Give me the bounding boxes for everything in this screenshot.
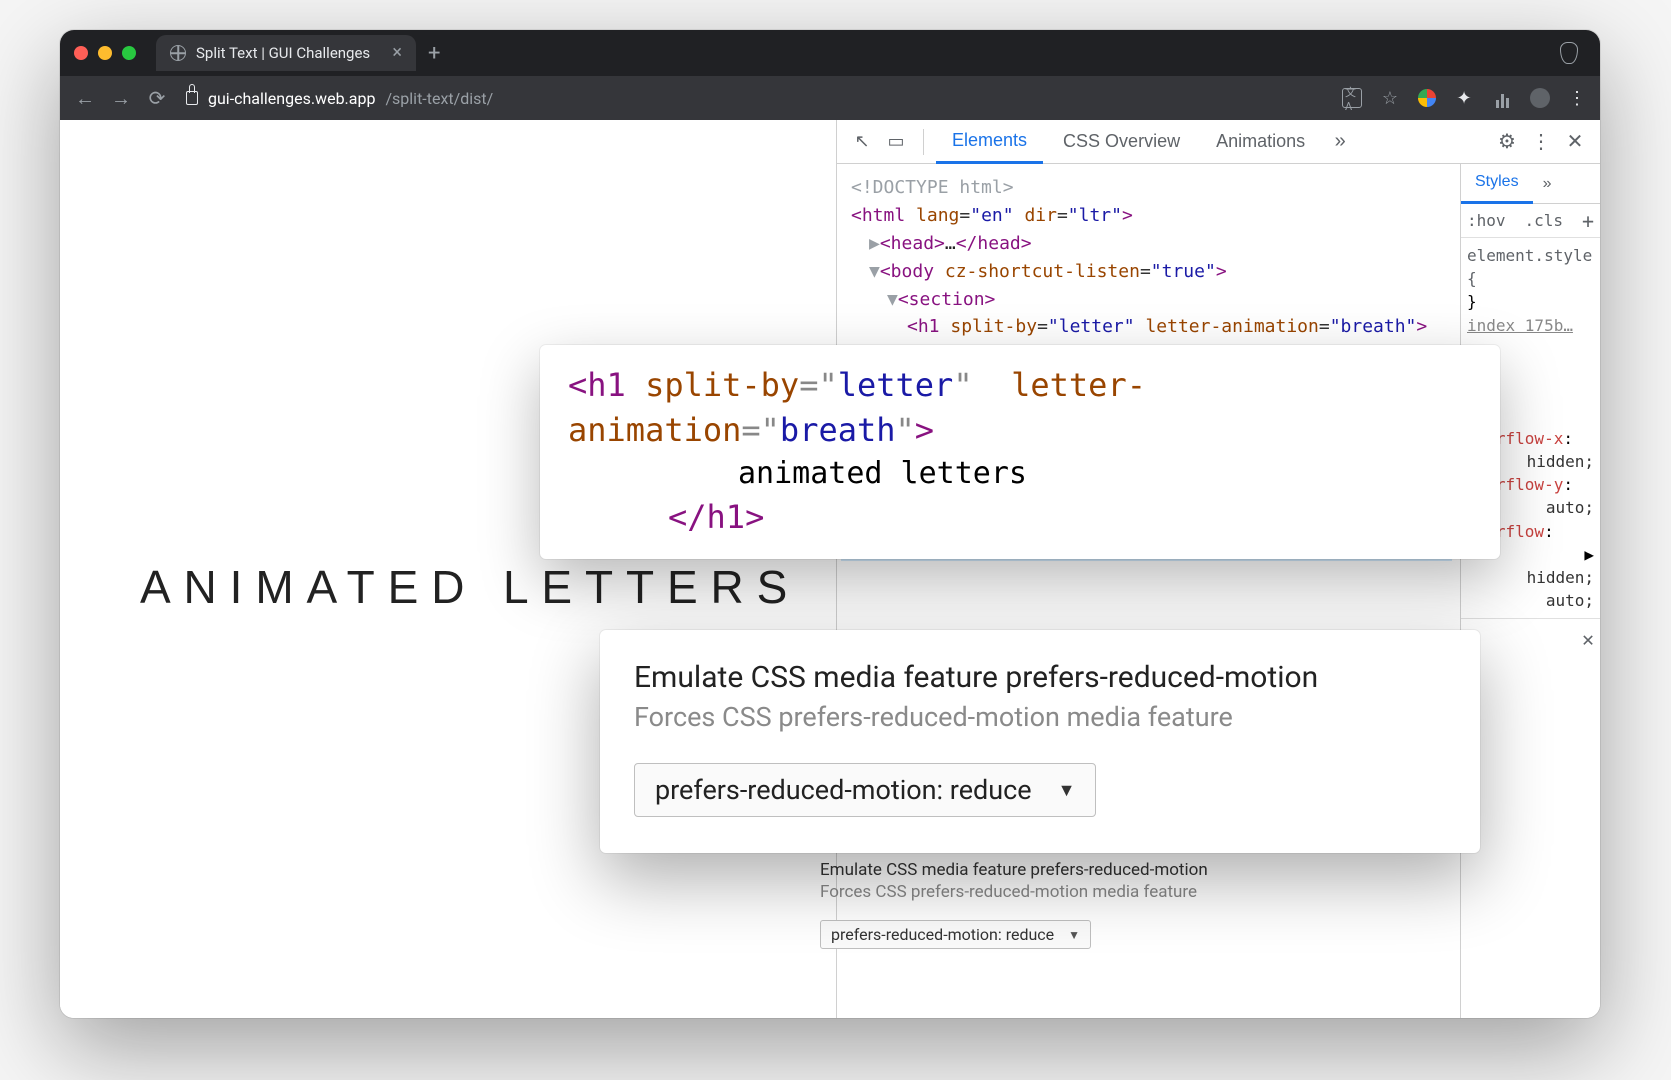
extension-color-icon[interactable]: [1418, 89, 1436, 107]
tab-styles[interactable]: Styles: [1461, 164, 1533, 204]
emulate-title-bg: Emulate CSS media feature prefers-reduce…: [820, 860, 1340, 880]
emulate-title: Emulate CSS media feature prefers-reduce…: [634, 660, 1446, 695]
dom-section-open[interactable]: ▼<section>: [851, 286, 1452, 314]
address-bar[interactable]: gui-challenges.web.app/split-text/dist/: [180, 89, 493, 108]
more-tabs-icon[interactable]: [1325, 130, 1355, 153]
rule-brace-close: }: [1467, 290, 1594, 313]
page-heading: ANIMATED LETTERS: [140, 560, 800, 614]
styles-sidebar: Styles :hov .cls + element.style { } ind…: [1460, 164, 1600, 1018]
window-controls: [74, 46, 136, 60]
minimize-window-button[interactable]: [98, 46, 112, 60]
emulate-dropdown-bg[interactable]: prefers-reduced-motion: reduce ▼: [820, 920, 1091, 949]
rendering-emulate-row-bg: Emulate CSS media feature prefers-reduce…: [820, 860, 1340, 949]
emulate-desc: Forces CSS prefers-reduced-motion media …: [634, 701, 1446, 733]
shield-icon[interactable]: [1560, 42, 1578, 64]
inspect-element-icon[interactable]: [847, 131, 877, 152]
callout-emulate: Emulate CSS media feature prefers-reduce…: [600, 630, 1480, 853]
emulate-desc-bg: Forces CSS prefers-reduced-motion media …: [820, 882, 1340, 902]
reload-button[interactable]: ⟳: [144, 86, 170, 110]
tab-strip: Split Text | GUI Challenges × +: [60, 30, 1600, 76]
callout-code-snippet: <h1 split-by="letter" letter-animation="…: [540, 345, 1500, 559]
code-line-1: <h1 split-by="letter" letter-animation="…: [568, 363, 1472, 453]
val-hidden-2: hidden;: [1467, 566, 1594, 589]
maximize-window-button[interactable]: [122, 46, 136, 60]
device-toolbar-icon[interactable]: [881, 131, 911, 152]
more-styles-tabs-icon[interactable]: [1533, 175, 1562, 193]
separator: [923, 129, 924, 155]
rendered-page: ANIMATED LETTERS: [60, 120, 836, 1018]
extensions-puzzle-icon[interactable]: ✦: [1454, 88, 1474, 108]
tab-elements[interactable]: Elements: [936, 120, 1043, 164]
bookmark-star-icon[interactable]: ☆: [1380, 88, 1400, 108]
hov-toggle[interactable]: :hov: [1467, 211, 1506, 230]
rule-selector: element.style {: [1467, 244, 1594, 290]
emulate-dropdown-value-bg: prefers-reduced-motion: reduce: [831, 925, 1054, 944]
close-tab-button[interactable]: ×: [392, 44, 402, 62]
url-host: gui-challenges.web.app: [208, 89, 375, 108]
styles-tabs: Styles: [1461, 164, 1600, 204]
globe-icon: [170, 45, 186, 61]
devtools-menu-button[interactable]: ⋮: [1526, 129, 1556, 154]
close-window-button[interactable]: [74, 46, 88, 60]
dom-html-open[interactable]: <html lang="en" dir="ltr">: [851, 202, 1452, 230]
chevron-down-icon: ▼: [1058, 780, 1076, 801]
lock-icon: [186, 91, 198, 105]
tab-title: Split Text | GUI Challenges: [196, 44, 382, 62]
chevron-down-icon: ▼: [1068, 928, 1080, 942]
styles-filter-row: :hov .cls +: [1461, 204, 1600, 238]
url-path: /split-text/dist/: [385, 89, 493, 108]
rule-source-link[interactable]: index 175b…: [1467, 314, 1594, 337]
code-line-3: </h1>: [568, 495, 1472, 540]
val-auto-2: auto;: [1467, 589, 1594, 612]
settings-gear-icon[interactable]: [1492, 129, 1522, 154]
browser-menu-button[interactable]: ⋮: [1568, 88, 1588, 108]
close-devtools-button[interactable]: [1560, 129, 1590, 154]
back-button[interactable]: ←: [72, 86, 98, 111]
emulate-dropdown[interactable]: prefers-reduced-motion: reduce ▼: [634, 763, 1096, 817]
new-tab-button[interactable]: +: [428, 41, 440, 66]
styles-close-button[interactable]: ✕: [1461, 618, 1600, 660]
dom-doctype: <!DOCTYPE html>: [851, 174, 1452, 202]
cls-toggle[interactable]: .cls: [1524, 211, 1563, 230]
dom-h1-open[interactable]: <h1 split-by="letter" letter-animation="…: [851, 313, 1452, 341]
tab-animations[interactable]: Animations: [1200, 120, 1321, 164]
extension-icons: 文A ☆ ✦ ⋮: [1342, 88, 1588, 108]
tab-css-overview[interactable]: CSS Overview: [1047, 120, 1196, 164]
dom-body-open[interactable]: ▼<body cz-shortcut-listen="true">: [851, 258, 1452, 286]
profile-avatar-icon[interactable]: [1530, 88, 1550, 108]
media-equalizer-icon[interactable]: [1492, 88, 1512, 108]
new-rule-button[interactable]: +: [1582, 209, 1594, 233]
toolbar: ← → ⟳ gui-challenges.web.app/split-text/…: [60, 76, 1600, 120]
browser-tab[interactable]: Split Text | GUI Challenges ×: [156, 35, 416, 71]
forward-button[interactable]: →: [108, 86, 134, 111]
translate-icon[interactable]: 文A: [1342, 88, 1362, 108]
devtools-toolbar: Elements CSS Overview Animations ⋮: [837, 120, 1600, 164]
dom-head[interactable]: ▶<head>…</head>: [851, 230, 1452, 258]
code-line-2: animated letters: [568, 453, 1472, 495]
emulate-dropdown-value: prefers-reduced-motion: reduce: [655, 774, 1032, 806]
